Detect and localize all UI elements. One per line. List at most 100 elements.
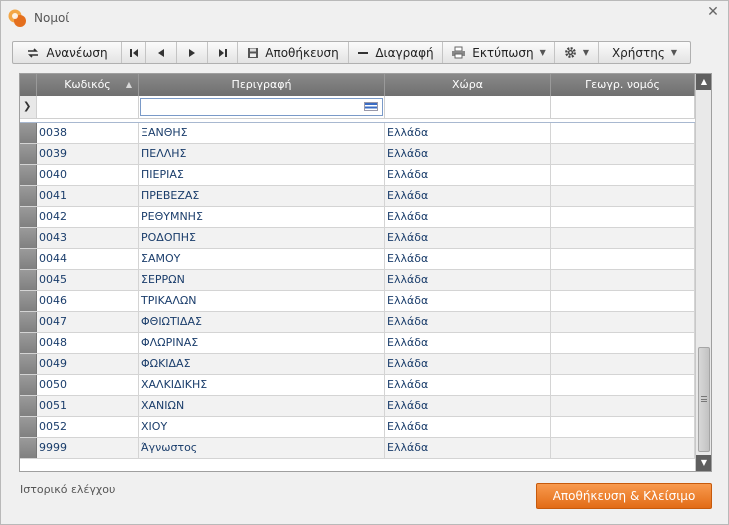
cell-code[interactable]: 0050 bbox=[37, 375, 139, 395]
cell-geo-prefecture[interactable] bbox=[551, 417, 695, 437]
cell-geo-prefecture[interactable] bbox=[551, 438, 695, 458]
cell-code[interactable]: 0043 bbox=[37, 228, 139, 248]
scrollbar-thumb[interactable] bbox=[698, 347, 710, 452]
user-menu-button[interactable]: Χρήστης ▼ bbox=[599, 42, 690, 63]
save-and-close-button[interactable]: Αποθήκευση & Κλείσιμο bbox=[536, 483, 712, 509]
cell-geo-prefecture[interactable] bbox=[551, 123, 695, 143]
column-header-geo-prefecture[interactable]: Γεωγρ. νομός bbox=[551, 74, 695, 96]
row-indicator[interactable] bbox=[20, 396, 37, 416]
print-button[interactable]: Εκτύπωση ▼ bbox=[443, 42, 555, 63]
column-header-country[interactable]: Χώρα bbox=[385, 74, 551, 96]
cell-description[interactable]: ΣΑΜΟΥ bbox=[139, 249, 385, 269]
cell-country[interactable]: Ελλάδα bbox=[385, 312, 551, 332]
language-flag-icon[interactable] bbox=[364, 102, 378, 111]
cell-geo-prefecture[interactable] bbox=[551, 228, 695, 248]
cell-geo-prefecture[interactable] bbox=[551, 207, 695, 227]
cell-geo-prefecture[interactable] bbox=[551, 396, 695, 416]
row-indicator[interactable] bbox=[20, 354, 37, 374]
cell-code[interactable]: 0041 bbox=[37, 186, 139, 206]
cell-country[interactable]: Ελλάδα bbox=[385, 333, 551, 353]
table-row[interactable]: 0042 ΡΕΘΥΜΝΗΣ Ελλάδα bbox=[20, 207, 695, 228]
cell-geo-prefecture[interactable] bbox=[551, 333, 695, 353]
table-row[interactable]: 0048 ΦΛΩΡΙΝΑΣ Ελλάδα bbox=[20, 333, 695, 354]
row-indicator[interactable] bbox=[20, 165, 37, 185]
cell-country[interactable]: Ελλάδα bbox=[385, 207, 551, 227]
settings-button[interactable]: ▼ bbox=[555, 42, 599, 63]
cell-code[interactable]: 0040 bbox=[37, 165, 139, 185]
filter-cell-code[interactable] bbox=[37, 96, 139, 118]
row-indicator[interactable] bbox=[20, 207, 37, 227]
row-indicator[interactable] bbox=[20, 123, 37, 143]
cell-country[interactable]: Ελλάδα bbox=[385, 144, 551, 164]
refresh-button[interactable]: Ανανέωση bbox=[13, 42, 122, 63]
cell-country[interactable]: Ελλάδα bbox=[385, 438, 551, 458]
cell-country[interactable]: Ελλάδα bbox=[385, 165, 551, 185]
vertical-scrollbar[interactable]: ▲ ▼ bbox=[695, 74, 711, 471]
table-row[interactable]: 0045 ΣΕΡΡΩΝ Ελλάδα bbox=[20, 270, 695, 291]
cell-country[interactable]: Ελλάδα bbox=[385, 375, 551, 395]
cell-description[interactable]: ΧΑΛΚΙΔΙΚΗΣ bbox=[139, 375, 385, 395]
row-indicator[interactable] bbox=[20, 333, 37, 353]
cell-country[interactable]: Ελλάδα bbox=[385, 291, 551, 311]
cell-code[interactable]: 0044 bbox=[37, 249, 139, 269]
cell-description[interactable]: ΦΘΙΩΤΙΔΑΣ bbox=[139, 312, 385, 332]
table-row[interactable]: 0051 ΧΑΝΙΩΝ Ελλάδα bbox=[20, 396, 695, 417]
first-record-button[interactable] bbox=[122, 42, 146, 63]
scroll-down-icon[interactable]: ▼ bbox=[696, 455, 711, 471]
cell-code[interactable]: 0049 bbox=[37, 354, 139, 374]
save-button[interactable]: Αποθήκευση bbox=[238, 42, 349, 63]
table-row[interactable]: 0052 ΧΙΟΥ Ελλάδα bbox=[20, 417, 695, 438]
table-row[interactable]: 0043 ΡΟΔΟΠΗΣ Ελλάδα bbox=[20, 228, 695, 249]
cell-code[interactable]: 0038 bbox=[37, 123, 139, 143]
previous-record-button[interactable] bbox=[146, 42, 177, 63]
next-record-button[interactable] bbox=[177, 42, 208, 63]
cell-country[interactable]: Ελλάδα bbox=[385, 396, 551, 416]
scroll-up-icon[interactable]: ▲ bbox=[696, 74, 711, 90]
row-indicator[interactable] bbox=[20, 417, 37, 437]
cell-geo-prefecture[interactable] bbox=[551, 354, 695, 374]
cell-code[interactable]: 0039 bbox=[37, 144, 139, 164]
cell-geo-prefecture[interactable] bbox=[551, 186, 695, 206]
cell-geo-prefecture[interactable] bbox=[551, 375, 695, 395]
table-row[interactable]: 0049 ΦΩΚΙΔΑΣ Ελλάδα bbox=[20, 354, 695, 375]
cell-country[interactable]: Ελλάδα bbox=[385, 123, 551, 143]
cell-geo-prefecture[interactable] bbox=[551, 270, 695, 290]
table-row[interactable]: 0046 ΤΡΙΚΑΛΩΝ Ελλάδα bbox=[20, 291, 695, 312]
cell-description[interactable]: ΧΑΝΙΩΝ bbox=[139, 396, 385, 416]
cell-geo-prefecture[interactable] bbox=[551, 291, 695, 311]
table-row[interactable]: 0040 ΠΙΕΡΙΑΣ Ελλάδα bbox=[20, 165, 695, 186]
row-indicator[interactable] bbox=[20, 144, 37, 164]
column-header-code[interactable]: Κωδικός ▲ bbox=[37, 74, 139, 96]
row-indicator[interactable] bbox=[20, 291, 37, 311]
table-row[interactable]: 9999 Άγνωστος Ελλάδα bbox=[20, 438, 695, 459]
cell-country[interactable]: Ελλάδα bbox=[385, 228, 551, 248]
cell-code[interactable]: 0042 bbox=[37, 207, 139, 227]
filter-cell-geo[interactable] bbox=[551, 96, 695, 118]
delete-button[interactable]: Διαγραφή bbox=[349, 42, 443, 63]
cell-code[interactable]: 0047 bbox=[37, 312, 139, 332]
cell-country[interactable]: Ελλάδα bbox=[385, 270, 551, 290]
row-indicator[interactable] bbox=[20, 312, 37, 332]
description-filter-input[interactable] bbox=[140, 98, 383, 116]
cell-geo-prefecture[interactable] bbox=[551, 312, 695, 332]
cell-geo-prefecture[interactable] bbox=[551, 144, 695, 164]
cell-description[interactable]: ΦΛΩΡΙΝΑΣ bbox=[139, 333, 385, 353]
cell-code[interactable]: 0051 bbox=[37, 396, 139, 416]
table-row[interactable]: 0047 ΦΘΙΩΤΙΔΑΣ Ελλάδα bbox=[20, 312, 695, 333]
cell-country[interactable]: Ελλάδα bbox=[385, 249, 551, 269]
table-row[interactable]: 0038 ΞΑΝΘΗΣ Ελλάδα bbox=[20, 123, 695, 144]
filter-cell-description[interactable] bbox=[139, 96, 385, 118]
cell-description[interactable]: ΠΡΕΒΕΖΑΣ bbox=[139, 186, 385, 206]
cell-geo-prefecture[interactable] bbox=[551, 165, 695, 185]
cell-code[interactable]: 0048 bbox=[37, 333, 139, 353]
row-indicator[interactable] bbox=[20, 186, 37, 206]
cell-geo-prefecture[interactable] bbox=[551, 249, 695, 269]
cell-description[interactable]: ΠΕΛΛΗΣ bbox=[139, 144, 385, 164]
cell-description[interactable]: ΡΕΘΥΜΝΗΣ bbox=[139, 207, 385, 227]
cell-country[interactable]: Ελλάδα bbox=[385, 354, 551, 374]
cell-code[interactable]: 0046 bbox=[37, 291, 139, 311]
row-indicator[interactable] bbox=[20, 249, 37, 269]
row-indicator[interactable] bbox=[20, 270, 37, 290]
close-icon[interactable]: ✕ bbox=[704, 4, 722, 20]
cell-description[interactable]: ΧΙΟΥ bbox=[139, 417, 385, 437]
